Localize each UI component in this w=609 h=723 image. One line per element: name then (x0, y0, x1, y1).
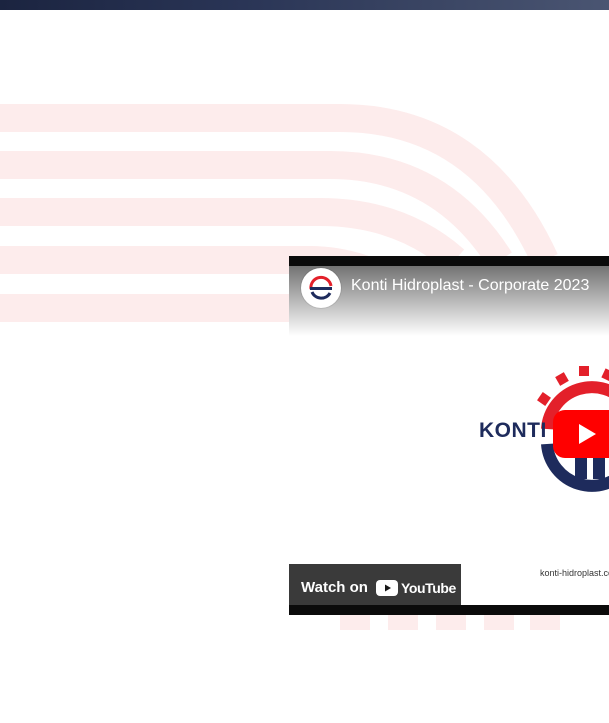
video-letterbox-bottom (289, 605, 609, 615)
website-url-text: konti-hidroplast.com (540, 568, 609, 578)
watch-on-youtube-button[interactable]: Watch on YouTube (289, 564, 461, 611)
video-letterbox-top (289, 256, 609, 266)
youtube-video-embed[interactable]: KONTI Konti Hidroplast - Corporate 2023 … (289, 256, 609, 615)
channel-avatar[interactable] (301, 268, 341, 308)
watch-on-label: Watch on (301, 579, 368, 596)
youtube-wordmark: YouTube (400, 579, 456, 596)
play-icon (579, 424, 596, 444)
youtube-icon (375, 579, 398, 596)
konti-logo-text: KONTI (479, 419, 547, 442)
konti-logo-icon (309, 275, 333, 300)
play-button[interactable] (553, 410, 609, 458)
video-title[interactable]: Konti Hidroplast - Corporate 2023 (351, 277, 589, 295)
youtube-logo: YouTube (375, 579, 456, 596)
